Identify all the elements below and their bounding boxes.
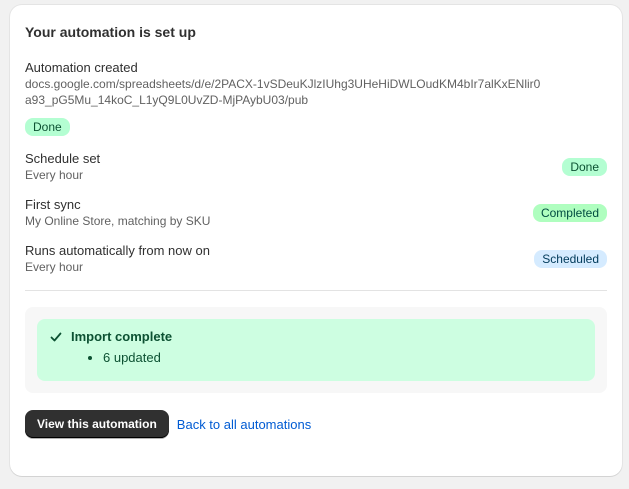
step-first-sync: First sync My Online Store, matching by …: [25, 197, 607, 229]
step-title: First sync: [25, 197, 81, 212]
card-actions: View this automation Back to all automat…: [25, 410, 607, 438]
status-badge-scheduled: Scheduled: [534, 250, 607, 268]
step-title: Automation created: [25, 60, 138, 75]
result-item: 6 updated: [103, 350, 583, 366]
spreadsheet-url: docs.google.com/spreadsheets/d/e/2PACX-1…: [25, 77, 541, 107]
check-icon: [49, 330, 63, 344]
status-badge-done: Done: [562, 158, 607, 176]
card-title: Your automation is set up: [25, 24, 196, 40]
back-to-automations-link[interactable]: Back to all automations: [177, 417, 311, 432]
divider: [25, 290, 607, 291]
step-title: Runs automatically from now on: [25, 243, 210, 258]
step-automation-created: Automation created docs.google.com/sprea…: [25, 60, 607, 136]
status-badge-completed: Completed: [532, 204, 607, 222]
import-result-section: Import complete 6 updated: [25, 307, 607, 393]
status-badge-done: Done: [25, 118, 70, 136]
automation-setup-card: Your automation is set up Automation cre…: [10, 5, 622, 476]
step-subtitle: Every hour: [25, 168, 84, 182]
banner-title: Import complete: [71, 329, 173, 344]
step-runs-automatically: Runs automatically from now on Every hou…: [25, 243, 607, 275]
step-subtitle: Every hour: [25, 260, 84, 274]
step-schedule-set: Schedule set Every hour Done: [25, 151, 607, 183]
step-subtitle: My Online Store, matching by SKU: [25, 214, 211, 228]
step-title: Schedule set: [25, 151, 101, 166]
view-automation-button[interactable]: View this automation: [25, 410, 169, 438]
import-complete-banner: Import complete 6 updated: [37, 319, 595, 381]
result-list: 6 updated: [49, 350, 583, 366]
